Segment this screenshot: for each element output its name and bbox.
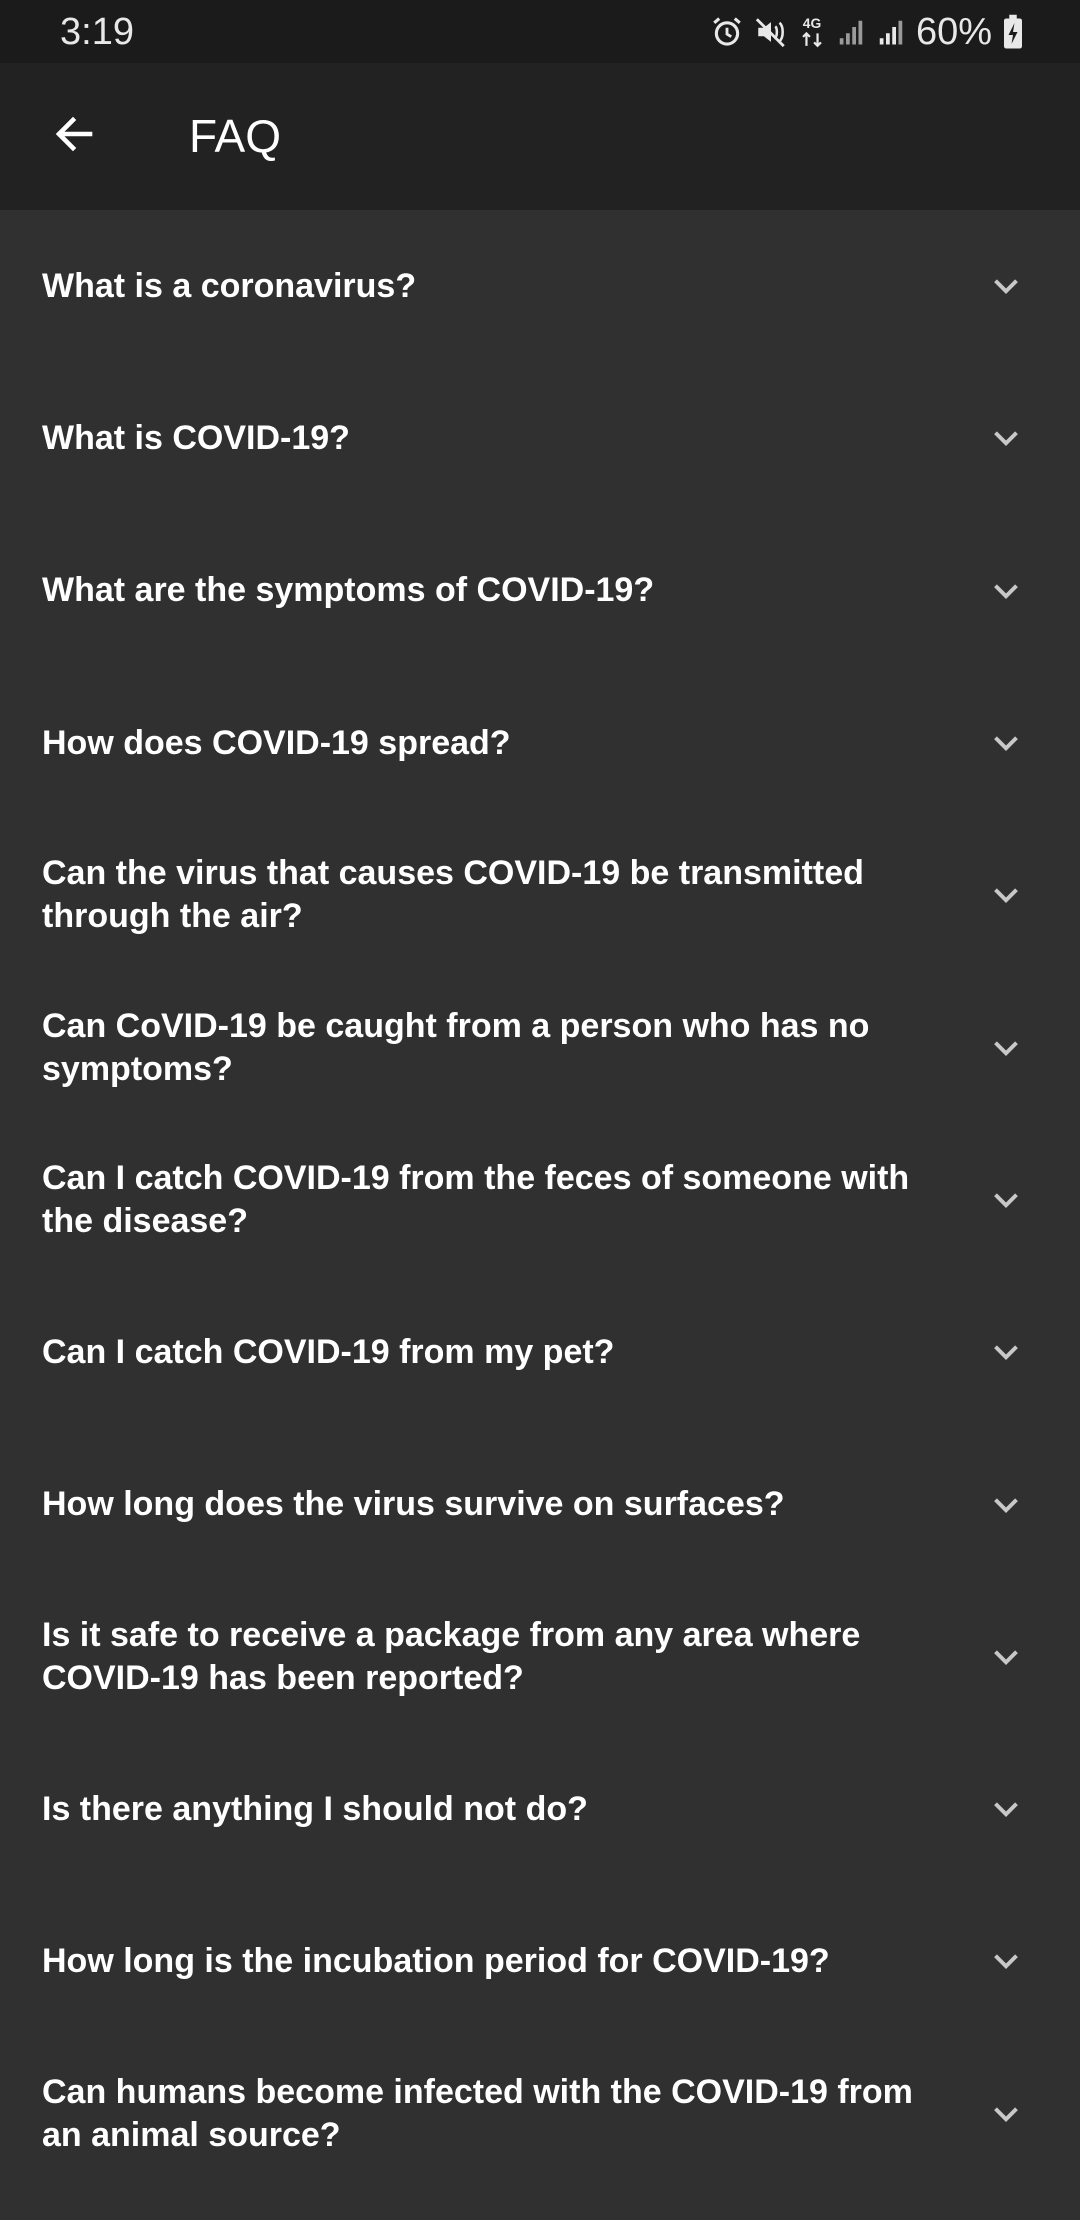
faq-question: How long is the incubation period for CO… <box>42 1941 830 1980</box>
arrow-back-icon <box>50 110 98 163</box>
page-title: FAQ <box>189 110 282 162</box>
mute-icon <box>754 15 788 49</box>
faq-item[interactable]: What is COVID-19? <box>0 362 1080 514</box>
faq-item[interactable]: Is it safe to receive a package from any… <box>0 1581 1080 1733</box>
faq-item[interactable]: Is there anything I should not do? <box>0 1733 1080 1885</box>
faq-item[interactable]: What is a coronavirus? <box>0 210 1080 362</box>
faq-item[interactable]: Can CoVID-19 be caught from a person who… <box>0 971 1080 1123</box>
chevron-down-icon[interactable] <box>988 420 1024 456</box>
chevron-down-icon[interactable] <box>988 1334 1024 1370</box>
faq-question: How long does the virus survive on surfa… <box>42 1485 785 1524</box>
faq-item[interactable]: Can I catch COVID-19 from my pet? <box>0 1276 1080 1428</box>
faq-question: Can CoVID-19 be caught from a person who… <box>42 1006 870 1088</box>
faq-question: What are the symptoms of COVID-19? <box>42 571 655 610</box>
back-button[interactable] <box>36 98 112 174</box>
faq-question: Can I catch COVID-19 from my pet? <box>42 1332 615 1371</box>
svg-text:4G: 4G <box>803 15 821 31</box>
faq-item[interactable]: What are the symptoms of COVID-19? <box>0 515 1080 667</box>
status-bar: 3:19 4G 60% <box>0 0 1080 63</box>
signal-icon <box>836 17 866 47</box>
chevron-down-icon[interactable] <box>988 725 1024 761</box>
4g-data-icon: 4G <box>798 14 826 50</box>
signal-icon <box>876 17 906 47</box>
faq-item[interactable]: How long does the virus survive on surfa… <box>0 1428 1080 1580</box>
chevron-down-icon[interactable] <box>988 573 1024 609</box>
chevron-down-icon[interactable] <box>988 268 1024 304</box>
chevron-down-icon[interactable] <box>988 1182 1024 1218</box>
status-time: 3:19 <box>60 11 134 53</box>
battery-percent: 60% <box>915 11 992 53</box>
chevron-down-icon[interactable] <box>988 877 1024 913</box>
faq-question: Is it safe to receive a package from any… <box>42 1615 861 1697</box>
faq-question: Is there anything I should not do? <box>42 1789 588 1828</box>
faq-question: What is COVID-19? <box>42 418 350 457</box>
faq-item[interactable]: Can the virus that causes COVID-19 be tr… <box>0 819 1080 971</box>
faq-question: Can humans become infected with the COVI… <box>42 2072 913 2154</box>
faq-question: Can I catch COVID-19 from the feces of s… <box>42 1158 910 1240</box>
faq-item[interactable]: How does COVID-19 spread? <box>0 667 1080 819</box>
app-bar: FAQ <box>0 63 1080 210</box>
chevron-down-icon[interactable] <box>988 1943 1024 1979</box>
chevron-down-icon[interactable] <box>988 2096 1024 2132</box>
chevron-down-icon[interactable] <box>988 1639 1024 1675</box>
faq-item[interactable]: How long is the incubation period for CO… <box>0 1885 1080 2037</box>
status-icons: 4G 60% <box>710 8 1024 56</box>
faq-item[interactable]: Can humans become infected with the COVI… <box>0 2038 1080 2190</box>
alarm-icon <box>710 15 744 49</box>
faq-question: Can the virus that causes COVID-19 be tr… <box>42 854 864 936</box>
battery-charging-icon <box>1002 14 1024 50</box>
chevron-down-icon[interactable] <box>988 1487 1024 1523</box>
faq-question: What is a coronavirus? <box>42 266 417 305</box>
chevron-down-icon[interactable] <box>988 1791 1024 1827</box>
faq-list: What is a coronavirus? What is COVID-19?… <box>0 210 1080 2190</box>
chevron-down-icon[interactable] <box>988 1030 1024 1066</box>
faq-question: How does COVID-19 spread? <box>42 723 511 762</box>
faq-item[interactable]: Can I catch COVID-19 from the feces of s… <box>0 1124 1080 1276</box>
